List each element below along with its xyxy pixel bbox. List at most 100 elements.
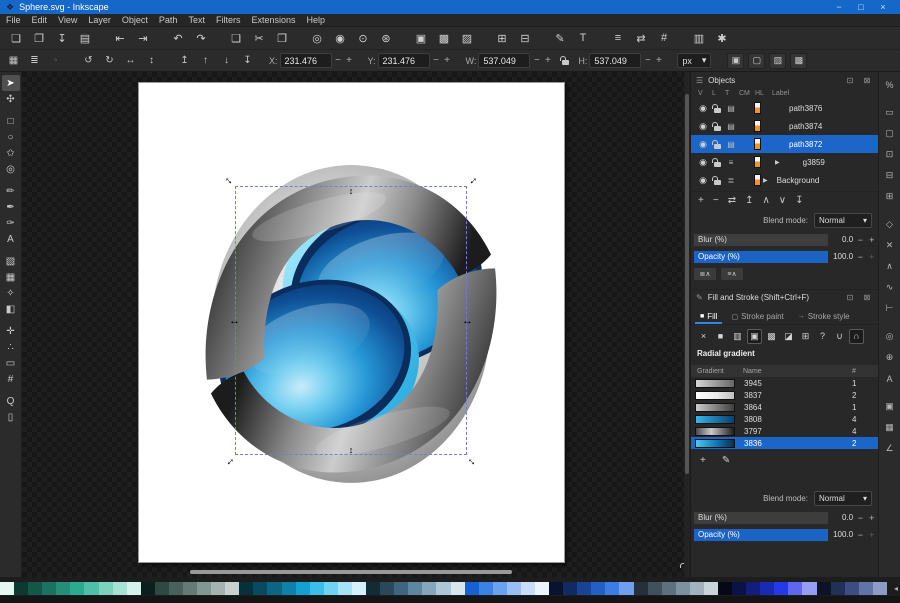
redo-icon[interactable]: ↷ bbox=[193, 30, 209, 47]
menu-edit[interactable]: Edit bbox=[32, 15, 48, 25]
palette-swatch[interactable] bbox=[605, 582, 619, 595]
panel-close-button[interactable]: ⊠ bbox=[861, 76, 873, 85]
visibility-eye-icon[interactable]: ◉ bbox=[696, 139, 710, 150]
blur-increment-button[interactable]: + bbox=[868, 513, 876, 523]
collapse-all-button[interactable]: ≣∧ bbox=[693, 267, 717, 281]
selection-marquee[interactable]: ↔ ↔ ↔ ↔ ↕ ↕ ↔ ↔ bbox=[235, 186, 467, 455]
eraser-tool[interactable]: ▭ bbox=[2, 355, 20, 371]
move-to-layer-icon[interactable]: ⇄ bbox=[728, 195, 736, 206]
pattern-icon[interactable]: ▩ bbox=[764, 329, 779, 344]
object-row[interactable]: ◉ ≣ ▶ Background bbox=[691, 171, 878, 189]
fill-rule-nonzero-icon[interactable]: ∩ bbox=[849, 329, 864, 344]
object-label[interactable]: path3872 bbox=[789, 140, 822, 149]
object-label[interactable]: path3874 bbox=[789, 122, 822, 131]
lock-open-icon[interactable] bbox=[710, 104, 724, 113]
palette-swatch[interactable] bbox=[521, 582, 535, 595]
palette-swatch[interactable] bbox=[817, 582, 831, 595]
palette-swatch[interactable] bbox=[690, 582, 704, 595]
palette-swatch[interactable] bbox=[732, 582, 746, 595]
save-document-icon[interactable]: ↧ bbox=[54, 30, 70, 47]
opacity-decrement-button[interactable]: − bbox=[856, 530, 864, 540]
y-input[interactable]: 231.476 bbox=[378, 53, 430, 68]
mesh-gradient-icon[interactable]: ⊞ bbox=[798, 329, 813, 344]
vertical-scrollbar-thumb[interactable] bbox=[685, 94, 689, 474]
pencil-tool[interactable]: ✏ bbox=[2, 183, 20, 199]
highlight-color-swatch[interactable] bbox=[754, 156, 761, 168]
lower-object-icon[interactable]: ∨ bbox=[779, 195, 786, 206]
palette-swatch[interactable] bbox=[845, 582, 859, 595]
selection-handle-w[interactable]: ↔ bbox=[229, 316, 240, 326]
flat-color-icon[interactable]: ■ bbox=[713, 329, 728, 344]
gradient-row[interactable]: 3945 1 bbox=[691, 377, 878, 389]
measure-tool[interactable]: ▯ bbox=[2, 409, 20, 425]
snap-cusp-nodes-icon[interactable]: ∧ bbox=[881, 258, 899, 275]
fill-stroke-dialog-icon[interactable]: ✎ bbox=[552, 30, 568, 47]
print-document-icon[interactable]: ▤ bbox=[77, 30, 93, 47]
palette-swatch[interactable] bbox=[436, 582, 450, 595]
snap-nodes-icon[interactable]: ◇ bbox=[881, 216, 899, 233]
expander-icon[interactable]: ▶ bbox=[775, 159, 780, 166]
cut-icon[interactable]: ✂ bbox=[251, 30, 267, 47]
y-increment-button[interactable]: + bbox=[443, 55, 452, 66]
object-label[interactable]: path3876 bbox=[789, 104, 822, 113]
transform-stroke-toggle[interactable]: ▣ bbox=[727, 53, 744, 69]
tab-stroke-paint[interactable]: ▢ Stroke paint bbox=[726, 312, 788, 324]
export-icon[interactable]: ⇥ bbox=[135, 30, 151, 47]
node-tool[interactable]: ✣ bbox=[2, 91, 20, 107]
selection-handle-e[interactable]: ↔ bbox=[462, 316, 473, 326]
rotate-ccw-icon[interactable]: ↺ bbox=[81, 53, 96, 68]
transform-pattern-toggle[interactable]: ▩ bbox=[790, 53, 807, 69]
zoom-drawing-icon[interactable]: ◉ bbox=[332, 30, 348, 47]
palette-swatch[interactable] bbox=[14, 582, 28, 595]
menu-text[interactable]: Text bbox=[188, 15, 205, 25]
h-increment-button[interactable]: + bbox=[654, 55, 663, 66]
transform-gradient-toggle[interactable]: ▨ bbox=[769, 53, 786, 69]
palette-swatch[interactable] bbox=[648, 582, 662, 595]
menu-layer[interactable]: Layer bbox=[88, 15, 111, 25]
raise-object-top-icon[interactable]: ↥ bbox=[745, 195, 753, 206]
palette-swatch[interactable] bbox=[42, 582, 56, 595]
palette-swatch[interactable] bbox=[718, 582, 732, 595]
blur-slider[interactable]: Blur (%) bbox=[693, 511, 829, 525]
visibility-eye-icon[interactable]: ◉ bbox=[696, 103, 710, 114]
x-decrement-button[interactable]: − bbox=[334, 55, 343, 66]
palette-swatch[interactable] bbox=[56, 582, 70, 595]
menu-object[interactable]: Object bbox=[122, 15, 148, 25]
blend-mode-select[interactable]: Normal ▾ bbox=[814, 491, 872, 506]
group-icon[interactable]: ⊞ bbox=[494, 30, 510, 47]
blend-mode-select[interactable]: Normal ▾ bbox=[814, 213, 872, 228]
new-document-icon[interactable]: ❏ bbox=[8, 30, 24, 47]
palette-swatch[interactable] bbox=[535, 582, 549, 595]
snap-bbox-centers-icon[interactable]: ⊞ bbox=[881, 188, 899, 205]
h-decrement-button[interactable]: − bbox=[643, 55, 652, 66]
palette-swatch[interactable] bbox=[267, 582, 281, 595]
snap-bbox-corners-icon[interactable]: ⊡ bbox=[881, 146, 899, 163]
blur-slider[interactable]: Blur (%) bbox=[693, 233, 829, 247]
snap-grid-icon[interactable]: ▦ bbox=[881, 419, 899, 436]
palette-swatch[interactable] bbox=[493, 582, 507, 595]
snap-bbox-edges-icon[interactable]: ▢ bbox=[881, 125, 899, 142]
palette-swatch[interactable] bbox=[394, 582, 408, 595]
zoom-page-width-icon[interactable]: ⊛ bbox=[378, 30, 394, 47]
palette-swatch[interactable] bbox=[211, 582, 225, 595]
palette-swatch[interactable] bbox=[746, 582, 760, 595]
text-tool[interactable]: A bbox=[2, 231, 20, 247]
undo-icon[interactable]: ↶ bbox=[170, 30, 186, 47]
lock-open-icon[interactable] bbox=[710, 140, 724, 149]
fill-rule-evenodd-icon[interactable]: ∪ bbox=[832, 329, 847, 344]
lower-object-bottom-icon[interactable]: ↧ bbox=[795, 195, 803, 206]
menu-filters[interactable]: Filters bbox=[216, 15, 241, 25]
w-decrement-button[interactable]: − bbox=[532, 55, 541, 66]
document-properties-icon[interactable]: ▥ bbox=[691, 30, 707, 47]
visibility-eye-icon[interactable]: ◉ bbox=[696, 121, 710, 132]
panel-menu-icon[interactable]: ☰ bbox=[696, 76, 703, 85]
palette-swatch[interactable] bbox=[352, 582, 366, 595]
opacity-increment-button[interactable]: + bbox=[868, 530, 876, 540]
close-button[interactable]: × bbox=[872, 2, 894, 12]
palette-swatch[interactable] bbox=[634, 582, 648, 595]
palette-swatch[interactable] bbox=[113, 582, 127, 595]
palette-swatch[interactable] bbox=[127, 582, 141, 595]
remove-object-icon[interactable]: − bbox=[713, 195, 719, 206]
selection-handle-n[interactable]: ↕ bbox=[349, 186, 354, 196]
flip-horizontal-icon[interactable]: ↔ bbox=[123, 53, 138, 68]
